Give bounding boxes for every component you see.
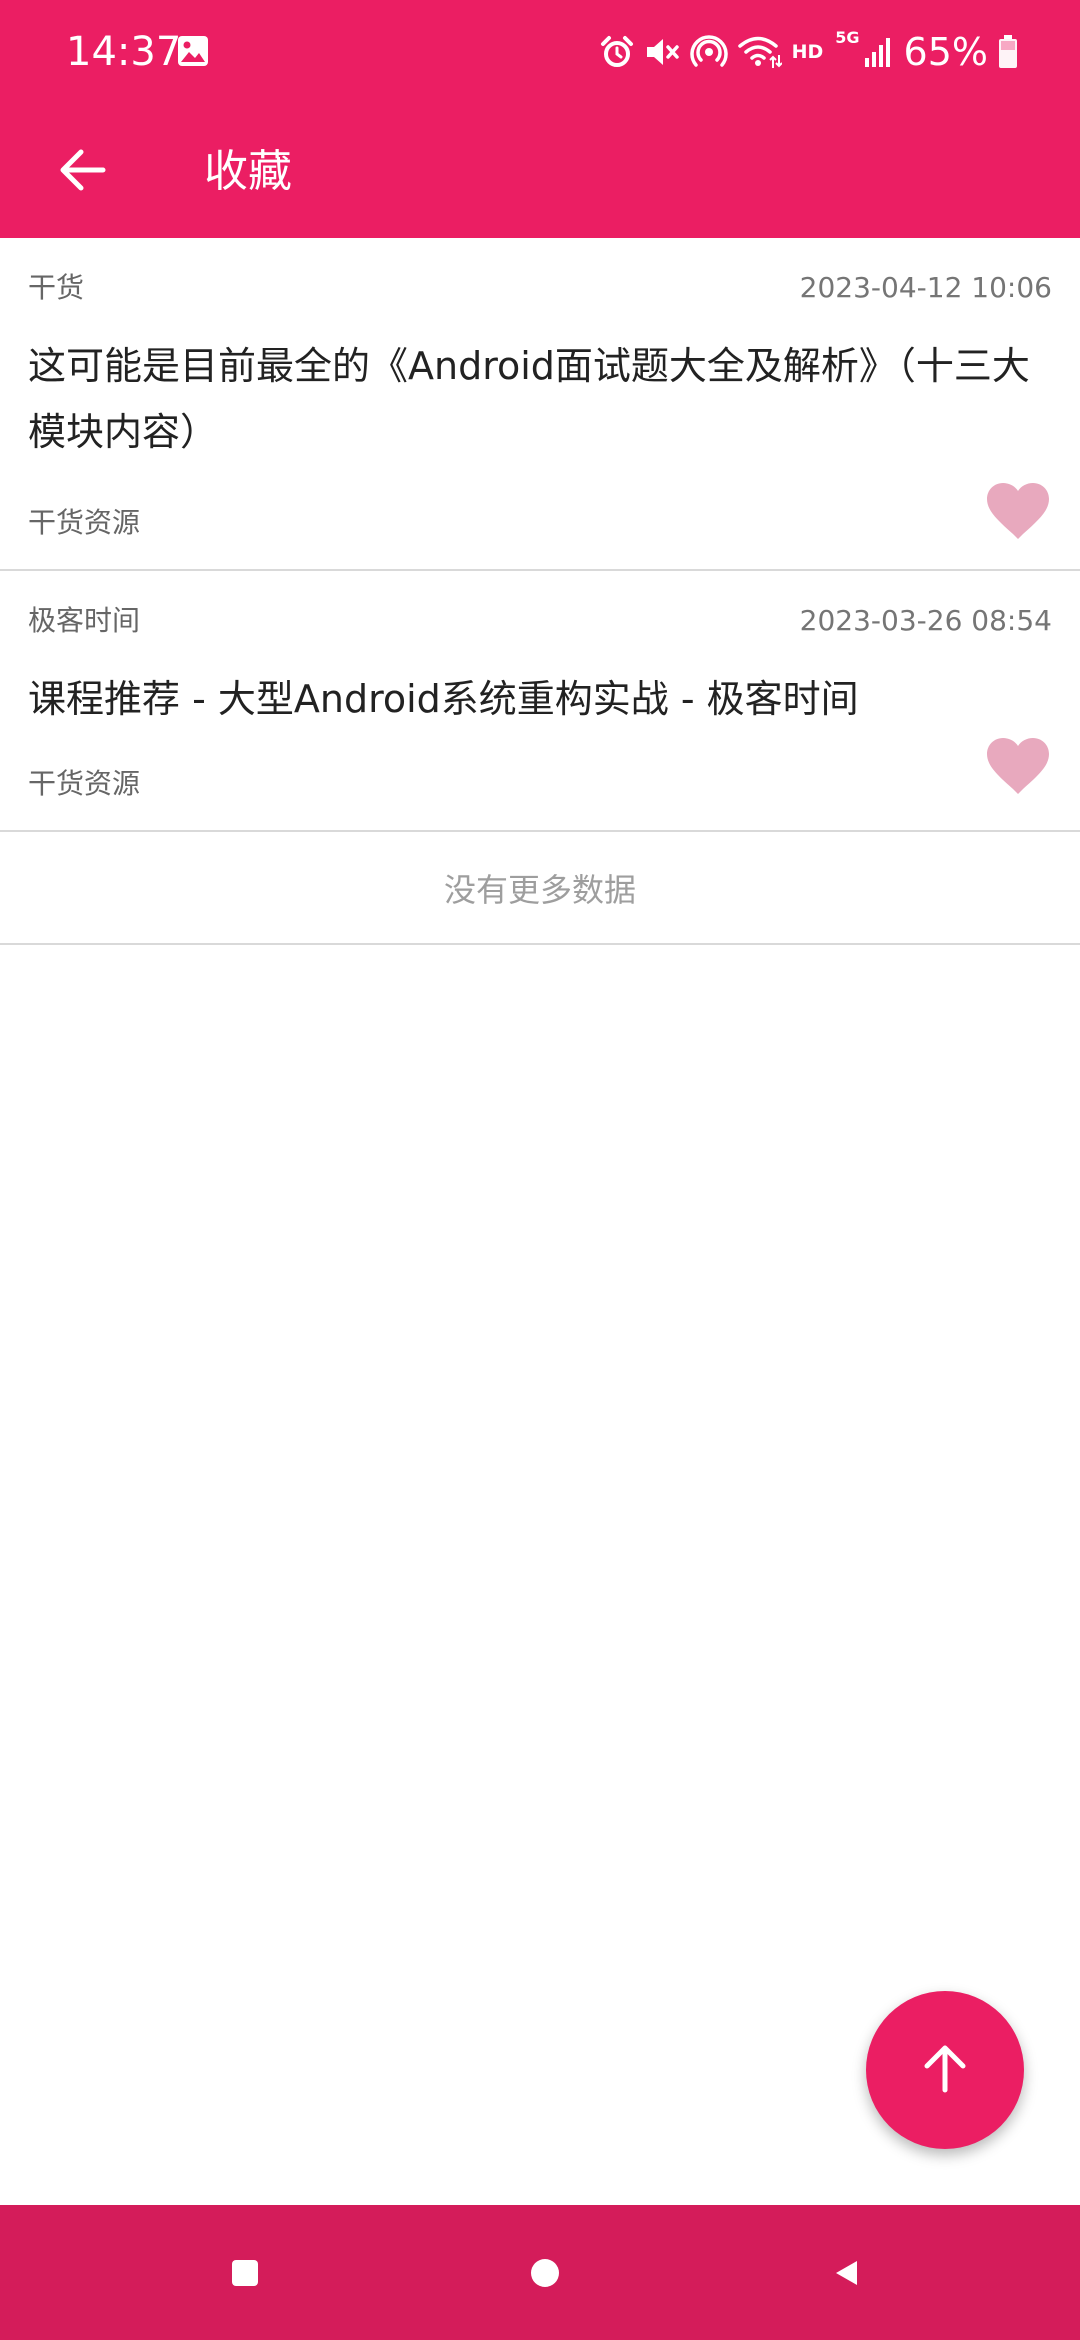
app-root: 14:37 HD 5G 65% 收藏 干货 2023-04-12 10:06 这… xyxy=(0,0,1080,2340)
item-tag: 干货资源 xyxy=(28,506,141,539)
arrow-up-icon xyxy=(917,2040,973,2100)
status-icons: HD 5G 65% xyxy=(600,24,1018,80)
hd-label: HD xyxy=(791,41,824,63)
arrow-left-icon xyxy=(57,148,107,196)
system-nav-bar xyxy=(0,2205,1080,2340)
item-date: 2023-03-26 08:54 xyxy=(799,604,1052,637)
item-title: 这可能是目前最全的《Android面试题大全及解析》（十三大模块内容） xyxy=(28,344,1030,454)
back-button[interactable] xyxy=(38,128,126,216)
battery-percent: 65% xyxy=(903,30,988,74)
item-date: 2023-04-12 10:06 xyxy=(799,271,1052,304)
network-type-label: 5G xyxy=(835,28,860,47)
list-item[interactable]: 干货 2023-04-12 10:06 这可能是目前最全的《Android面试题… xyxy=(0,238,1080,571)
app-bar: 收藏 xyxy=(0,106,1080,238)
wifi-icon xyxy=(737,35,782,69)
hotspot-icon xyxy=(689,34,728,70)
item-tag: 干货资源 xyxy=(28,767,141,800)
battery-icon xyxy=(998,35,1018,69)
favorites-list: 干货 2023-04-12 10:06 这可能是目前最全的《Android面试题… xyxy=(0,238,1080,945)
list-item[interactable]: 极客时间 2023-03-26 08:54 课程推荐 - 大型Android系统… xyxy=(0,571,1080,832)
item-category: 干货 xyxy=(28,271,85,304)
scroll-to-top-button[interactable] xyxy=(866,1991,1024,2149)
item-title: 课程推荐 - 大型Android系统重构实战 - 极客时间 xyxy=(28,677,859,721)
favorite-button[interactable] xyxy=(986,482,1050,542)
page-title: 收藏 xyxy=(204,146,292,197)
favorite-button[interactable] xyxy=(986,737,1050,797)
home-icon xyxy=(529,2257,561,2293)
signal-icon xyxy=(864,36,892,68)
no-more-data-label: 没有更多数据 xyxy=(0,832,1080,945)
image-icon xyxy=(176,34,210,68)
status-bar: 14:37 HD 5G 65% xyxy=(0,0,1080,106)
mute-icon xyxy=(644,35,680,69)
heart-icon xyxy=(986,483,1050,546)
nav-back-button[interactable] xyxy=(807,2235,887,2315)
heart-icon xyxy=(986,738,1050,801)
home-button[interactable] xyxy=(505,2235,585,2315)
back-icon xyxy=(832,2258,862,2292)
status-time: 14:37 xyxy=(66,29,182,75)
recents-button[interactable] xyxy=(205,2235,285,2315)
item-category: 极客时间 xyxy=(28,604,141,637)
recents-icon xyxy=(230,2258,260,2292)
alarm-icon xyxy=(600,35,634,69)
